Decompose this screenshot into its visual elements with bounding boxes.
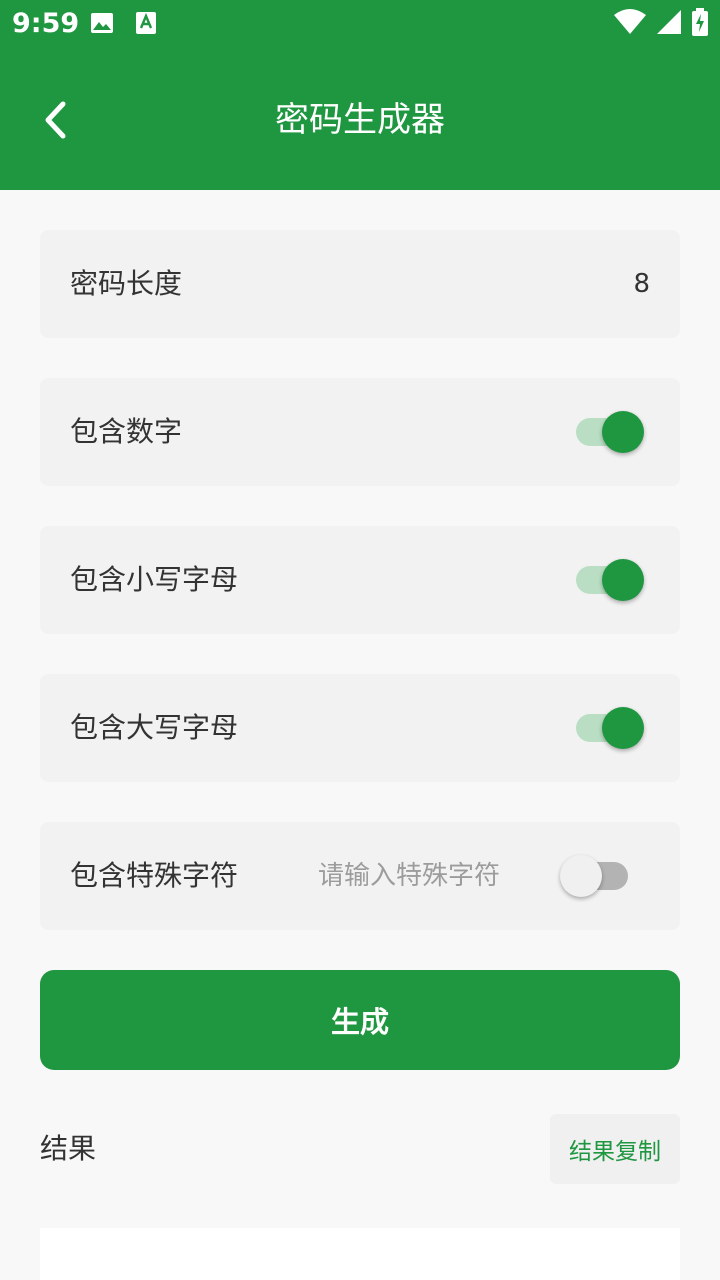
toggle-thumb xyxy=(602,559,644,601)
generate-button[interactable]: 生成 xyxy=(40,970,680,1070)
battery-charging-icon xyxy=(692,8,708,36)
password-length-value[interactable]: 8 xyxy=(633,230,650,338)
app-header: 9:59 密码生成器 xyxy=(0,0,720,190)
wifi-icon xyxy=(614,9,646,34)
include-uppercase-toggle[interactable] xyxy=(572,704,644,752)
status-notification-icons xyxy=(90,11,158,35)
include-special-label: 包含特殊字符 xyxy=(70,859,239,892)
app-screen: 9:59 密码生成器 密码长度 8 包含数字 包含小写字母 包含大写字母 包含特… xyxy=(0,0,720,1280)
toggle-thumb xyxy=(560,855,602,897)
include-digits-row: 包含数字 xyxy=(40,378,680,486)
app-a-icon xyxy=(136,12,156,34)
include-uppercase-label: 包含大写字母 xyxy=(70,711,239,744)
include-uppercase-row: 包含大写字母 xyxy=(40,674,680,782)
status-time: 9:59 xyxy=(12,8,80,39)
page-title: 密码生成器 xyxy=(275,100,445,140)
image-icon xyxy=(91,13,113,33)
password-length-label: 密码长度 xyxy=(70,267,183,300)
password-length-row[interactable]: 密码长度 8 xyxy=(40,230,680,338)
include-special-toggle[interactable] xyxy=(560,852,632,900)
include-special-row: 包含特殊字符 xyxy=(40,822,680,930)
status-system-icons xyxy=(614,8,708,36)
signal-icon xyxy=(657,10,681,34)
toggle-thumb xyxy=(602,411,644,453)
special-chars-input[interactable] xyxy=(318,852,538,900)
include-digits-toggle[interactable] xyxy=(572,408,644,456)
include-lowercase-toggle[interactable] xyxy=(572,556,644,604)
include-lowercase-row: 包含小写字母 xyxy=(40,526,680,634)
include-digits-label: 包含数字 xyxy=(70,415,183,448)
result-output[interactable] xyxy=(40,1228,680,1280)
result-label: 结果 xyxy=(40,1132,97,1165)
include-lowercase-label: 包含小写字母 xyxy=(70,563,239,596)
toggle-thumb xyxy=(602,707,644,749)
copy-result-button[interactable]: 结果复制 xyxy=(550,1114,680,1184)
